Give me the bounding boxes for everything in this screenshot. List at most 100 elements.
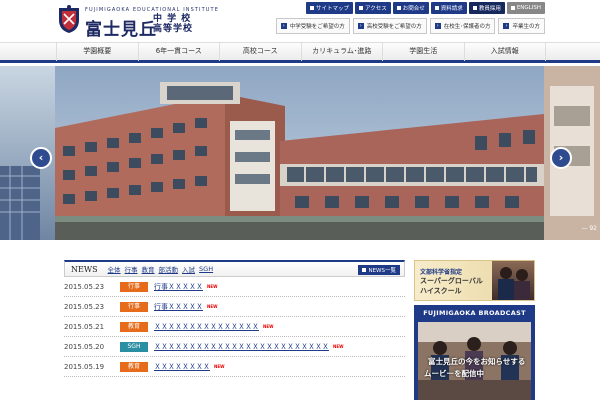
nav-item-admissions[interactable]: 入試情報 bbox=[463, 43, 546, 61]
news-filter-sgh[interactable]: SGH bbox=[199, 265, 213, 273]
slider-prev-button[interactable]: ‹ bbox=[30, 147, 52, 169]
contact-link[interactable]: お問合せ bbox=[392, 2, 429, 14]
broadcast-caption-line1: 富士見丘の今をお知らせする bbox=[428, 357, 526, 366]
news-category-badge: SGH bbox=[120, 341, 148, 352]
broadcast-photo: 富士見丘の今をお知らせする ムービーを配信中 bbox=[418, 322, 531, 400]
news-link[interactable]: ＸＸＸＸＸＸＸＸ bbox=[154, 362, 210, 372]
brochure-link-label: 資料請求 bbox=[440, 6, 463, 12]
audience-links: › 中学受験をご希望の方 › 高校受験をご希望の方 › 在校生･保護者の方 › 卒業生の… bbox=[275, 18, 545, 34]
sitemap-link[interactable]: サイトマップ bbox=[306, 2, 354, 14]
audience-alumni[interactable]: › 卒業生の方 bbox=[498, 18, 545, 34]
news-date: 2015.05.21 bbox=[64, 322, 105, 331]
news-category-badge: 行事 bbox=[120, 301, 148, 312]
news-item: 2015.05.20 SGH ＸＸＸＸＸＸＸＸＸＸＸＸＸＸＸＸＸＸＸＸＸＸＸＸＸ… bbox=[64, 337, 405, 357]
teacher-recruit-link[interactable]: 教員採用 bbox=[468, 2, 505, 14]
audience-alumni-label: 卒業生の方 bbox=[512, 24, 540, 30]
school-building-image bbox=[55, 66, 544, 240]
arrow-right-icon: › bbox=[434, 23, 441, 29]
audience-students-parents[interactable]: › 在校生･保護者の方 bbox=[429, 18, 496, 34]
sitemap-link-label: サイトマップ bbox=[316, 6, 350, 12]
sgh-banner[interactable]: 文部科学省指定 スーパーグローバル ハイスクール bbox=[414, 260, 535, 301]
news-list-button-label: NEWS一覧 bbox=[368, 268, 396, 274]
logo-english: FUJIMIGAOKA EDUCATIONAL INSTITUTE bbox=[85, 7, 219, 13]
new-badge: NEW bbox=[207, 304, 218, 309]
news-category-badge: 教育 bbox=[120, 361, 148, 372]
logo-japanese-sub: 中 学 校 高等学校 bbox=[153, 14, 193, 34]
utility-links: サイトマップ アクセス お問合せ 資料請求 教員採用 ENGLISH bbox=[306, 2, 545, 14]
news-filter-education[interactable]: 教育 bbox=[142, 264, 155, 274]
arrow-right-icon: › bbox=[357, 23, 364, 29]
logo-japanese: 富士見丘 bbox=[85, 20, 157, 40]
crest-icon bbox=[59, 5, 79, 33]
square-bullet-icon bbox=[434, 6, 439, 10]
news-date: 2015.05.23 bbox=[64, 302, 105, 311]
news-link[interactable]: ＸＸＸＸＸＸＸＸＸＸＸＸＸＸＸＸＸＸＸＸＸＸＸＸＸ bbox=[154, 342, 329, 352]
news-filter-events[interactable]: 行事 bbox=[125, 264, 138, 274]
news-category-badge: 行事 bbox=[120, 281, 148, 292]
audience-senior-label: 高校受験をご希望の方 bbox=[366, 24, 422, 30]
nav-item-about[interactable]: 学園概要 bbox=[56, 43, 138, 61]
logo-sub-junior: 中 学 校 bbox=[153, 14, 192, 24]
audience-senior-applicants[interactable]: › 高校受験をご希望の方 bbox=[352, 18, 427, 34]
news-filter-admissions[interactable]: 入試 bbox=[182, 264, 195, 274]
contact-link-label: お問合せ bbox=[402, 6, 425, 12]
nav-item-six-year-course[interactable]: 6年一貫コース bbox=[137, 43, 220, 61]
arrow-right-icon: › bbox=[503, 23, 510, 29]
hero-slide-image bbox=[55, 66, 544, 240]
site-logo[interactable]: FUJIMIGAOKA EDUCATIONAL INSTITUTE 富士見丘 中… bbox=[57, 4, 257, 40]
audience-students-label: 在校生･保護者の方 bbox=[443, 24, 491, 30]
news-filter-all[interactable]: 全体 bbox=[108, 264, 121, 274]
new-badge: NEW bbox=[214, 364, 225, 369]
nav-item-high-school-course[interactable]: 高校コース bbox=[219, 43, 301, 61]
news-link[interactable]: 行事ＸＸＸＸＸ bbox=[154, 282, 203, 292]
news-link[interactable]: 行事ＸＸＸＸＸ bbox=[154, 302, 203, 312]
news-filter-clubs[interactable]: 部活動 bbox=[159, 264, 179, 274]
students-photo bbox=[498, 267, 530, 300]
sgh-banner-photo bbox=[492, 261, 534, 300]
sgh-banner-line1: 文部科学省指定 bbox=[420, 269, 463, 276]
english-link[interactable]: ENGLISH bbox=[506, 2, 545, 14]
news-section: NEWS 全体 行事 教育 部活動 入試 SGH NEWS一覧 2015.05.… bbox=[64, 260, 405, 400]
sgh-banner-line3: ハイスクール bbox=[420, 287, 462, 295]
slider-next-button[interactable]: › bbox=[550, 147, 572, 169]
audience-junior-applicants[interactable]: › 中学受験をご希望の方 bbox=[275, 18, 350, 34]
square-bullet-icon bbox=[359, 6, 364, 10]
access-link-label: アクセス bbox=[365, 6, 387, 12]
global-nav: 学園概要 6年一貫コース 高校コース カリキュラム･進路 学園生活 入試情報 bbox=[0, 42, 600, 63]
news-date: 2015.05.19 bbox=[64, 362, 105, 371]
broadcast-caption-line2: ムービーを配信中 bbox=[424, 369, 484, 378]
news-list-button[interactable]: NEWS一覧 bbox=[358, 265, 400, 275]
nav-item-school-life[interactable]: 学園生活 bbox=[382, 43, 464, 61]
news-title: NEWS bbox=[71, 264, 98, 274]
access-link[interactable]: アクセス bbox=[355, 2, 391, 14]
slide-counter: — 92 bbox=[581, 225, 597, 232]
square-bullet-icon bbox=[472, 6, 477, 10]
english-link-label: ENGLISH bbox=[516, 5, 541, 11]
global-nav-items: 学園概要 6年一貫コース 高校コース カリキュラム･進路 学園生活 入試情報 bbox=[56, 43, 546, 61]
brochure-link[interactable]: 資料請求 bbox=[430, 2, 467, 14]
nav-item-curriculum[interactable]: カリキュラム･進路 bbox=[300, 43, 383, 61]
arrow-right-icon: › bbox=[280, 23, 287, 29]
new-badge: NEW bbox=[207, 284, 218, 289]
square-bullet-icon bbox=[510, 6, 515, 10]
square-bullet-icon bbox=[310, 6, 315, 10]
news-date: 2015.05.20 bbox=[64, 342, 105, 351]
news-item: 2015.05.23 行事 行事ＸＸＸＸＸ NEW bbox=[64, 297, 405, 317]
broadcast-banner[interactable]: FUJIMIGAOKA BROADCAST 富士見丘の今をお知らせする ムービー… bbox=[414, 305, 535, 400]
news-category-badge: 教育 bbox=[120, 321, 148, 332]
news-date: 2015.05.23 bbox=[64, 282, 105, 291]
new-badge: NEW bbox=[333, 344, 344, 349]
news-header: NEWS 全体 行事 教育 部活動 入試 SGH NEWS一覧 bbox=[64, 260, 405, 277]
square-bullet-icon bbox=[362, 268, 367, 272]
news-item: 2015.05.21 教育 ＸＸＸＸＸＸＸＸＸＸＸＸＸＸＸ NEW bbox=[64, 317, 405, 337]
audience-junior-label: 中学受験をご希望の方 bbox=[289, 24, 345, 30]
broadcast-title: FUJIMIGAOKA BROADCAST bbox=[423, 309, 526, 317]
hero-slider: — 92 ‹ › bbox=[0, 66, 600, 240]
news-link[interactable]: ＸＸＸＸＸＸＸＸＸＸＸＸＸＸＸ bbox=[154, 322, 259, 332]
teacher-recruit-link-label: 教員採用 bbox=[478, 6, 501, 12]
logo-sub-senior: 高等学校 bbox=[153, 24, 194, 34]
site-header: FUJIMIGAOKA EDUCATIONAL INSTITUTE 富士見丘 中… bbox=[0, 0, 600, 42]
news-item: 2015.05.23 行事 行事ＸＸＸＸＸ NEW bbox=[64, 277, 405, 297]
sgh-banner-line2: スーパーグローバル bbox=[420, 277, 483, 285]
news-item: 2015.05.19 教育 ＸＸＸＸＸＸＸＸ NEW bbox=[64, 357, 405, 377]
